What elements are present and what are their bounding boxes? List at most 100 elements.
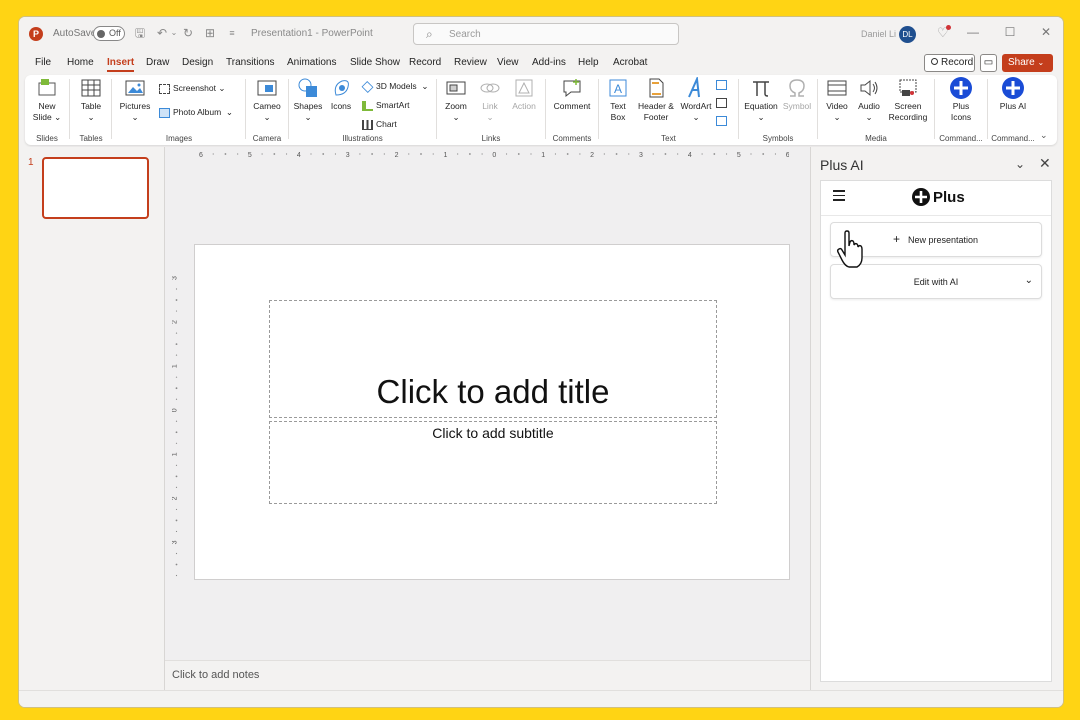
title-placeholder[interactable]: Click to add title [269,300,717,418]
ruler-tick [175,486,178,488]
cameo-icon [257,80,277,96]
shapes-label: Shapes [293,101,323,111]
save-icon[interactable]: 🖫 [133,26,147,40]
new-slide-label: New Slide [32,101,56,122]
ribbon-options-chevron-icon[interactable]: ⌄ [1040,130,1048,141]
group-illustrations: Shapes ⌄ Icons 3D Models ⌄ SmartArt Chart… [290,75,435,145]
record-button[interactable]: Record [924,54,975,72]
date-time-icon [716,79,727,90]
tab-review[interactable]: Review [454,57,487,68]
slide-thumbnail[interactable] [42,157,149,219]
audio-speaker-icon [860,79,878,97]
close-window-icon[interactable]: ✕ [1038,25,1054,39]
3d-models-button[interactable]: 3D Models ⌄ [361,80,429,93]
chart-label: Chart [376,119,397,129]
ruler-tick [468,153,471,155]
photo-album-button[interactable]: Photo Album ⌄ [159,107,233,118]
tab-design[interactable]: Design [182,57,213,68]
symbol-button[interactable]: Symbol [780,77,814,112]
presenter-icon[interactable]: ⊞ [203,26,217,40]
plus-logo-icon [950,77,972,99]
customize-toolbar-icon[interactable]: ≡ [225,26,239,40]
ribbon: New Slide ⌄ Slides Table ⌄ Tables Picture… [25,75,1057,145]
screen-recording-button[interactable]: Screen Recording [885,77,931,123]
ruler-tick-label: 3 [346,152,350,159]
audio-button[interactable]: Audio ⌄ [853,77,885,123]
comment-button[interactable]: Comment [549,77,595,112]
avatar[interactable]: DL [899,26,916,43]
autosave-state: Off [109,28,121,38]
ruler-tick-label: 2 [590,152,594,159]
ruler-tick [652,153,654,155]
tab-add-ins[interactable]: Add-ins [532,57,566,68]
plus-ai-button[interactable]: Plus AI [994,77,1032,112]
cameo-button[interactable]: Cameo ⌄ [251,77,283,123]
maximize-icon[interactable]: ☐ [1002,25,1018,39]
3d-models-label: 3D Models [376,81,417,91]
minimize-icon[interactable]: — [965,25,981,39]
tab-home[interactable]: Home [67,57,94,68]
ruler-tick [175,354,178,356]
horizontal-ruler: 6 5 4 3 2 1 0 1 2 3 4 5 6 [199,152,789,159]
tab-insert[interactable]: Insert [107,57,135,72]
zoom-button[interactable]: Zoom ⌄ [440,77,472,123]
record-label: Record [941,57,974,68]
tab-acrobat[interactable]: Acrobat [613,57,647,68]
tab-record[interactable]: Record [409,57,441,68]
ruler-tick [224,153,227,155]
plus-ai-pane: Plus AI ⌄ ✕ Plus + New presentation Edit… [811,147,1063,690]
video-button[interactable]: Video ⌄ [821,77,853,123]
ruler-tick [517,153,520,155]
redo-icon[interactable]: ↻ [181,26,195,40]
text-box-label: Text Box [610,101,626,122]
group-media: Video ⌄ Audio ⌄ Screen Recording Media [819,75,933,145]
ruler-tick [175,530,178,533]
slide-number-button[interactable] [716,97,730,108]
ruler-tick [175,552,178,555]
ruler-tick [457,153,459,155]
equation-button[interactable]: Equation ⌄ [742,77,780,123]
screenshot-button[interactable]: Screenshot ⌄ [159,83,225,94]
shapes-button[interactable]: Shapes ⌄ [292,77,324,123]
ruler-tick-label: 1 [172,364,179,368]
notes-pane[interactable]: Click to add notes [165,660,810,690]
slide-canvas[interactable]: Click to add title Click to add subtitle [194,244,790,580]
table-label: Table [80,101,102,111]
autosave-toggle[interactable]: Off [93,26,125,41]
tab-animations[interactable]: Animations [287,57,336,68]
pictures-button[interactable]: Pictures ⌄ [117,77,153,123]
comments-button[interactable]: ▭ [980,54,997,72]
subtitle-placeholder[interactable]: Click to add subtitle [269,421,717,504]
share-button[interactable]: Share ⌄ [1002,54,1053,72]
link-label: Link [482,101,498,111]
smartart-button[interactable]: SmartArt [362,100,410,111]
tab-view[interactable]: View [497,57,519,68]
header-footer-button[interactable]: Header & Footer [636,77,676,123]
tab-file[interactable]: File [35,57,51,68]
ruler-tick-label: 3 [172,540,179,544]
chart-button[interactable]: Chart [362,119,397,130]
search-box[interactable]: ⌕ Search [413,23,679,45]
tab-transitions[interactable]: Transitions [226,57,275,68]
tab-help[interactable]: Help [578,57,599,68]
ruler-tick [481,153,483,155]
tab-draw[interactable]: Draw [146,57,169,68]
undo-dropdown-icon[interactable]: ⌄ [167,26,181,40]
table-button[interactable]: Table ⌄ [75,77,107,123]
link-button[interactable]: Link ⌄ [474,77,506,123]
wordart-button[interactable]: WordArt ⌄ [678,77,714,123]
close-icon[interactable]: ✕ [1039,155,1051,172]
chevron-down-icon[interactable]: ⌄ [1015,157,1025,171]
date-time-button[interactable] [716,79,730,90]
hand-pointer-cursor-icon [836,230,863,268]
hamburger-menu-icon[interactable] [833,190,845,201]
text-box-button[interactable]: A Text Box [602,77,634,123]
group-tables: Table ⌄ Tables [71,75,111,145]
icons-button[interactable]: Icons [326,77,356,112]
tab-slide-show[interactable]: Slide Show [350,57,400,68]
plus-icons-button[interactable]: Plus Icons [942,77,980,123]
object-button[interactable] [716,115,730,126]
action-button[interactable]: Action [508,77,540,112]
new-slide-button[interactable]: New Slide ⌄ [31,77,63,123]
ruler-tick [530,153,532,155]
